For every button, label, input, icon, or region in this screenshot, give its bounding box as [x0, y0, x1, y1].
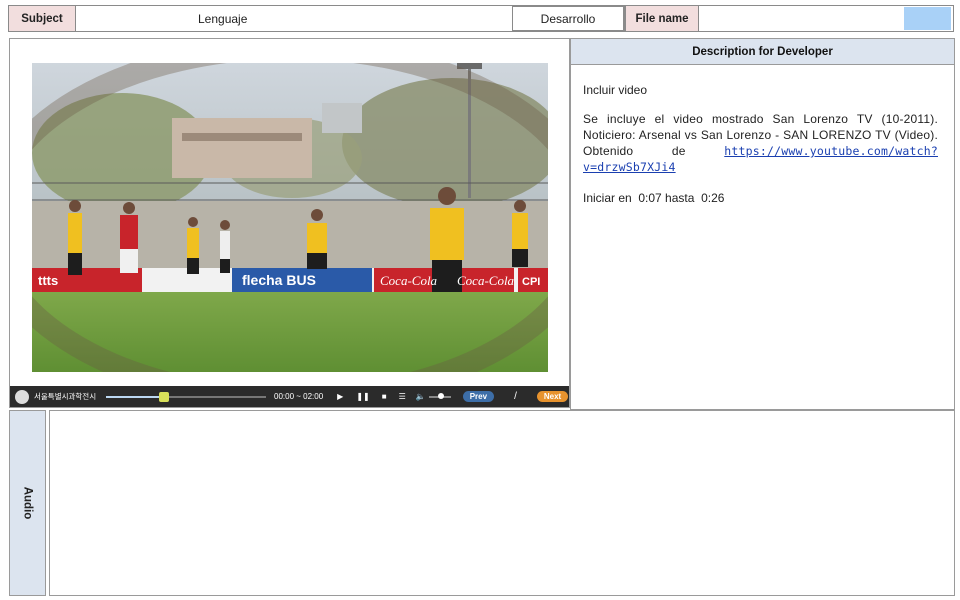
prev-button[interactable]: Prev [462, 391, 495, 402]
ad-sign-1: ttts [38, 273, 58, 288]
description-line-3: Iniciar en 0:07 hasta 0:26 [583, 191, 725, 205]
subject-label-text: Subject [21, 12, 63, 25]
audio-content-area[interactable] [49, 410, 955, 596]
description-paragraph: Se incluye el video mostrado San Lorenzo… [583, 111, 938, 175]
video-scene: ttts flecha BUS Coca-Cola Coca-Cola CPI [32, 63, 548, 372]
ad-sign-5: CPI [522, 276, 540, 288]
description-line-1: Incluir video [583, 83, 648, 97]
menu-icon[interactable]: ☰ [399, 392, 406, 401]
ad-sign-3: Coca-Cola [380, 273, 438, 288]
player-logo-icon [15, 389, 29, 404]
file-name-label-text: File name [635, 12, 689, 25]
volume-icon[interactable]: 🔈 [416, 392, 426, 401]
progress-track[interactable] [106, 391, 266, 402]
stop-icon[interactable]: ■ [382, 392, 387, 401]
volume-handle[interactable] [437, 392, 444, 399]
file-name-color-box [904, 7, 951, 30]
ad-sign-2: flecha BUS [242, 272, 316, 288]
video-player-controls: 서울특별시과학전시관 00:00 ~ 02:00 ▶ ❚❚ ■ ☰ 🔈 Prev… [10, 386, 569, 407]
audio-label-text: Audio [21, 486, 34, 520]
subject-extra-text: Desarrollo [540, 11, 596, 26]
subject-extra-field[interactable]: Desarrollo [512, 6, 624, 31]
next-button[interactable]: Next [536, 391, 569, 402]
description-title-text: Description for Developer [692, 45, 833, 58]
progress-fill [106, 395, 164, 398]
description-title: Description for Developer [570, 38, 955, 65]
volume-track[interactable] [428, 392, 451, 399]
video-frame[interactable]: ttts flecha BUS Coca-Cola Coca-Cola CPI [32, 63, 548, 372]
subject-value-text: Lenguaje [198, 12, 248, 26]
pause-icon[interactable]: ❚❚ [356, 392, 369, 401]
play-icon[interactable]: ▶ [337, 392, 343, 401]
time-display: 00:00 ~ 02:00 [274, 392, 324, 401]
player-logo-text: 서울특별시과학전시관 [34, 392, 96, 401]
audio-label: Audio [9, 410, 46, 596]
description-body: Incluir video Se incluye el video mostra… [570, 64, 955, 410]
file-name-label: File name [625, 5, 699, 32]
subject-label: Subject [8, 5, 76, 32]
progress-handle[interactable] [158, 391, 169, 402]
ad-sign-4: Coca-Cola [457, 273, 515, 288]
nav-separator: / [514, 391, 517, 402]
